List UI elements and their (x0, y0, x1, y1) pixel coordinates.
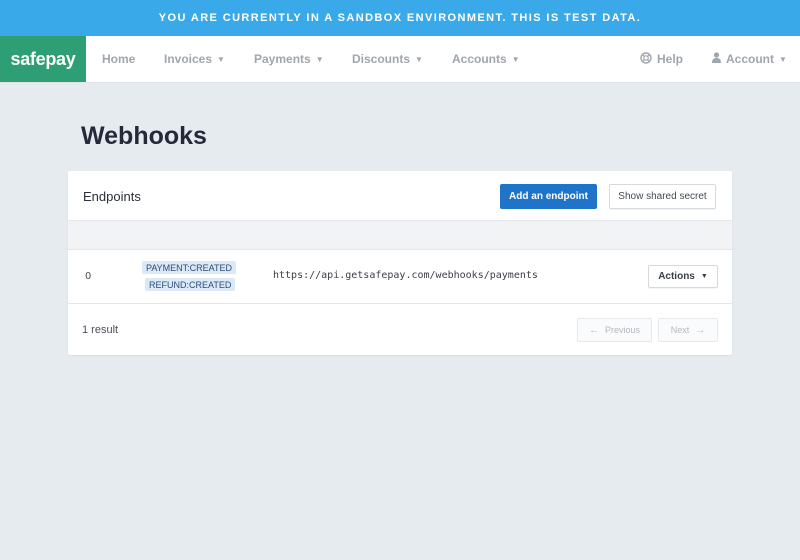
caret-down-icon: ▼ (700, 273, 708, 280)
arrow-left-icon: ← (588, 324, 599, 336)
safepay-logo[interactable]: safepay (0, 36, 86, 82)
endpoints-title: Endpoints (83, 189, 141, 204)
table-header (68, 220, 732, 250)
nav-item-label: Payments (254, 52, 311, 66)
nav-item-label: Home (102, 52, 136, 66)
nav-account-label: Account (726, 52, 774, 66)
nav-item-label: Discounts (352, 52, 411, 66)
sandbox-banner-text: YOU ARE CURRENTLY IN A SANDBOX ENVIRONME… (158, 12, 642, 24)
endpoint-id: 0 (85, 271, 92, 282)
show-shared-secret-button[interactable]: Show shared secret (609, 184, 716, 209)
table-row: 0 PAYMENT:CREATED REFUND:CREATED https:/… (68, 250, 732, 304)
next-page-button[interactable]: Next → (658, 318, 718, 342)
nav-item-payments[interactable]: Payments ▼ (254, 36, 324, 82)
actions-label: Actions (658, 271, 695, 282)
sandbox-banner: YOU ARE CURRENTLY IN A SANDBOX ENVIRONME… (0, 0, 800, 36)
nav-item-home[interactable]: Home (102, 36, 135, 82)
nav-item-help[interactable]: Help (640, 36, 683, 82)
add-endpoint-label: Add an endpoint (509, 191, 588, 202)
result-count: 1 result (82, 324, 119, 336)
nav-item-discounts[interactable]: Discounts ▼ (352, 36, 423, 82)
caret-down-icon: ▼ (779, 54, 787, 64)
top-navbar: safepay Home Invoices ▼ Payments ▼ Disco… (0, 36, 800, 83)
nav-help-label: Help (657, 52, 684, 66)
event-tag: PAYMENT:CREATED (142, 261, 237, 274)
event-tag: REFUND:CREATED (145, 278, 236, 291)
caret-down-icon: ▼ (415, 54, 423, 64)
nav-item-account[interactable]: Account ▼ (712, 36, 787, 82)
nav-item-invoices[interactable]: Invoices ▼ (164, 36, 225, 82)
add-endpoint-button[interactable]: Add an endpoint (500, 184, 597, 209)
show-shared-secret-label: Show shared secret (618, 191, 707, 202)
endpoints-card: Endpoints Add an endpoint Show shared se… (68, 171, 732, 355)
endpoint-url: https://api.getsafepay.com/webhooks/paym… (273, 270, 538, 281)
caret-down-icon: ▼ (511, 54, 520, 64)
previous-page-button[interactable]: ← Previous (577, 318, 652, 342)
logo-text: safepay (10, 48, 76, 69)
nav-item-label: Accounts (452, 52, 507, 66)
lifebuoy-icon (640, 51, 652, 67)
caret-down-icon: ▼ (217, 54, 225, 64)
actions-dropdown-button[interactable]: Actions ▼ (648, 265, 718, 288)
arrow-right-icon: → (695, 324, 706, 336)
next-label: Next (670, 325, 690, 335)
page-title: Webhooks (81, 122, 207, 150)
nav-item-accounts[interactable]: Accounts ▼ (452, 36, 520, 82)
nav-item-label: Invoices (164, 52, 213, 66)
previous-label: Previous (604, 325, 640, 335)
caret-down-icon: ▼ (315, 54, 324, 64)
user-icon (712, 52, 721, 66)
